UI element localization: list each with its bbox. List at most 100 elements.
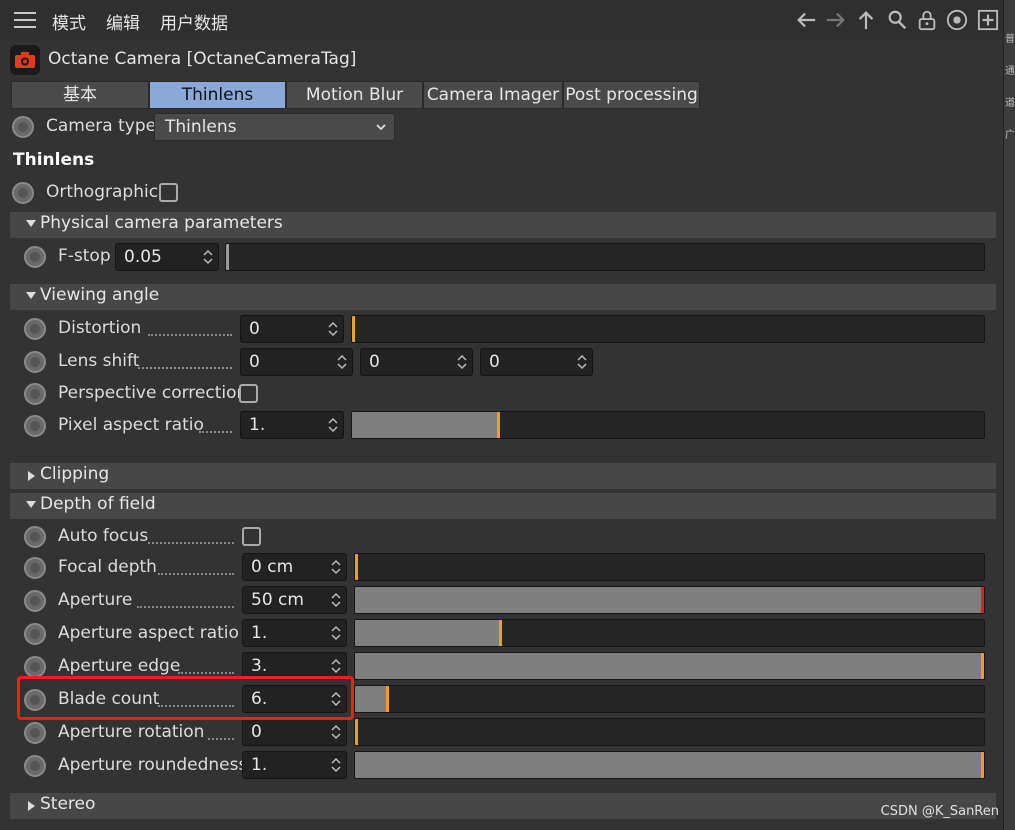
spinner-arrows-icon[interactable] bbox=[577, 353, 587, 371]
hamburger-menu-icon[interactable] bbox=[14, 12, 36, 28]
aperture-rotation-input[interactable]: 0 bbox=[242, 718, 347, 746]
aperture-input[interactable]: 50 cm bbox=[242, 586, 347, 614]
menu-mode[interactable]: 模式 bbox=[52, 9, 86, 34]
aperture-edge-anim-button[interactable] bbox=[24, 656, 46, 678]
aperture-roundedness-slider[interactable] bbox=[354, 751, 985, 779]
orthographic-anim-button[interactable] bbox=[12, 182, 34, 204]
target-icon[interactable] bbox=[946, 9, 968, 31]
aperture-rotation-slider[interactable] bbox=[354, 718, 985, 746]
aperture-slider[interactable] bbox=[354, 586, 985, 614]
spinner-arrows-icon[interactable] bbox=[331, 591, 341, 609]
tab-motion-blur[interactable]: Motion Blur bbox=[286, 81, 423, 109]
new-panel-icon[interactable] bbox=[977, 9, 999, 31]
focal-depth-input[interactable]: 0 cm bbox=[242, 553, 347, 581]
fstop-anim-button[interactable] bbox=[24, 246, 46, 268]
lens-shift-z-input[interactable]: 0 bbox=[480, 348, 593, 376]
side-tab-glyph[interactable]: 广 bbox=[1005, 126, 1015, 141]
arrow-up-icon[interactable] bbox=[855, 9, 877, 31]
perspective-correction-checkbox[interactable] bbox=[239, 384, 258, 403]
slider-knob[interactable] bbox=[355, 719, 358, 745]
section-stereo[interactable]: Stereo bbox=[10, 793, 996, 819]
spinner-arrows-icon[interactable] bbox=[331, 657, 341, 675]
lock-icon[interactable] bbox=[916, 9, 938, 31]
aperture-rotation-label: Aperture rotation bbox=[58, 722, 205, 742]
spinner-arrows-icon[interactable] bbox=[328, 320, 338, 338]
fstop-slider[interactable] bbox=[225, 243, 985, 271]
perspective-correction-anim-button[interactable] bbox=[24, 383, 46, 405]
section-depth-of-field[interactable]: Depth of field bbox=[10, 493, 996, 519]
spinner-arrows-icon[interactable] bbox=[331, 558, 341, 576]
tab-basic[interactable]: 基本 bbox=[11, 81, 149, 109]
section-title: Physical camera parameters bbox=[40, 213, 283, 233]
distortion-input[interactable]: 0 bbox=[240, 315, 344, 343]
pixel-aspect-ratio-slider[interactable] bbox=[351, 411, 985, 439]
focal-depth-anim-button[interactable] bbox=[24, 557, 46, 579]
slider-knob[interactable] bbox=[226, 244, 229, 270]
distortion-anim-button[interactable] bbox=[24, 318, 46, 340]
aperture-value: 50 cm bbox=[251, 590, 304, 610]
blade-count-slider[interactable] bbox=[354, 685, 985, 713]
section-title: Stereo bbox=[40, 794, 96, 814]
slider-knob[interactable] bbox=[981, 653, 984, 679]
spinner-arrows-icon[interactable] bbox=[457, 353, 467, 371]
spinner-arrows-icon[interactable] bbox=[203, 248, 213, 266]
spinner-arrows-icon[interactable] bbox=[331, 624, 341, 642]
menu-bar: 模式 编辑 用户数据 bbox=[0, 0, 1003, 40]
pixel-aspect-ratio-input[interactable]: 1. bbox=[240, 411, 344, 439]
distortion-slider[interactable] bbox=[351, 315, 985, 343]
aperture-aspect-ratio-input[interactable]: 1. bbox=[242, 619, 347, 647]
camera-type-dropdown[interactable]: Thinlens bbox=[154, 113, 395, 141]
section-viewing-angle[interactable]: Viewing angle bbox=[10, 284, 996, 310]
tab-thinlens[interactable]: Thinlens bbox=[149, 81, 286, 109]
orthographic-checkbox[interactable] bbox=[159, 183, 178, 202]
auto-focus-checkbox[interactable] bbox=[242, 527, 261, 546]
slider-knob[interactable] bbox=[496, 412, 500, 438]
slider-fill bbox=[355, 620, 500, 646]
arrow-left-icon[interactable] bbox=[795, 9, 817, 31]
lens-shift-x-input[interactable]: 0 bbox=[240, 348, 353, 376]
search-icon[interactable] bbox=[886, 9, 908, 31]
spinner-arrows-icon[interactable] bbox=[331, 756, 341, 774]
spinner-arrows-icon[interactable] bbox=[337, 353, 347, 371]
menu-userdata[interactable]: 用户数据 bbox=[160, 9, 228, 34]
aperture-aspect-ratio-anim-button[interactable] bbox=[24, 623, 46, 645]
slider-fill bbox=[355, 587, 984, 613]
menu-edit[interactable]: 编辑 bbox=[106, 9, 140, 34]
camera-type-anim-button[interactable] bbox=[12, 116, 34, 138]
aperture-roundedness-input[interactable]: 1. bbox=[242, 751, 347, 779]
aperture-edge-label: Aperture edge bbox=[58, 656, 181, 676]
aperture-edge-slider[interactable] bbox=[354, 652, 985, 680]
lens-shift-y-input[interactable]: 0 bbox=[360, 348, 473, 376]
aperture-anim-button[interactable] bbox=[24, 590, 46, 612]
slider-knob[interactable] bbox=[981, 752, 984, 778]
focal-depth-slider[interactable] bbox=[354, 553, 985, 581]
lens-shift-anim-button[interactable] bbox=[24, 351, 46, 373]
slider-knob[interactable] bbox=[355, 554, 358, 580]
side-tab-glyph[interactable]: 道 bbox=[1005, 94, 1015, 109]
spinner-arrows-icon[interactable] bbox=[331, 723, 341, 741]
section-title: Depth of field bbox=[40, 494, 156, 514]
slider-fill bbox=[355, 653, 984, 679]
arrow-right-icon[interactable] bbox=[825, 9, 847, 31]
pixel-aspect-ratio-anim-button[interactable] bbox=[24, 415, 46, 437]
pixel-aspect-ratio-label: Pixel aspect ratio bbox=[58, 415, 204, 435]
slider-knob[interactable] bbox=[352, 316, 355, 342]
auto-focus-anim-button[interactable] bbox=[24, 526, 46, 548]
fstop-input[interactable]: 0.05 bbox=[115, 243, 219, 271]
aperture-rotation-anim-button[interactable] bbox=[24, 722, 46, 744]
aperture-roundedness-anim-button[interactable] bbox=[24, 755, 46, 777]
group-heading: Thinlens bbox=[13, 150, 95, 170]
side-tab-glyph[interactable]: 通 bbox=[1005, 62, 1015, 77]
side-tab-glyph[interactable]: 普 bbox=[1005, 30, 1015, 45]
spinner-arrows-icon[interactable] bbox=[328, 416, 338, 434]
tab-post-processing[interactable]: Post processing bbox=[563, 81, 700, 109]
slider-knob[interactable] bbox=[981, 587, 984, 613]
slider-knob[interactable] bbox=[498, 620, 502, 646]
slider-knob[interactable] bbox=[386, 686, 390, 712]
aperture-aspect-ratio-slider[interactable] bbox=[354, 619, 985, 647]
section-physical-camera-parameters[interactable]: Physical camera parameters bbox=[10, 212, 996, 238]
section-clipping[interactable]: Clipping bbox=[10, 463, 996, 489]
aperture-aspect-ratio-value: 1. bbox=[251, 623, 268, 643]
tab-camera-imager[interactable]: Camera Imager bbox=[423, 81, 563, 109]
fstop-label: F-stop bbox=[58, 246, 111, 266]
